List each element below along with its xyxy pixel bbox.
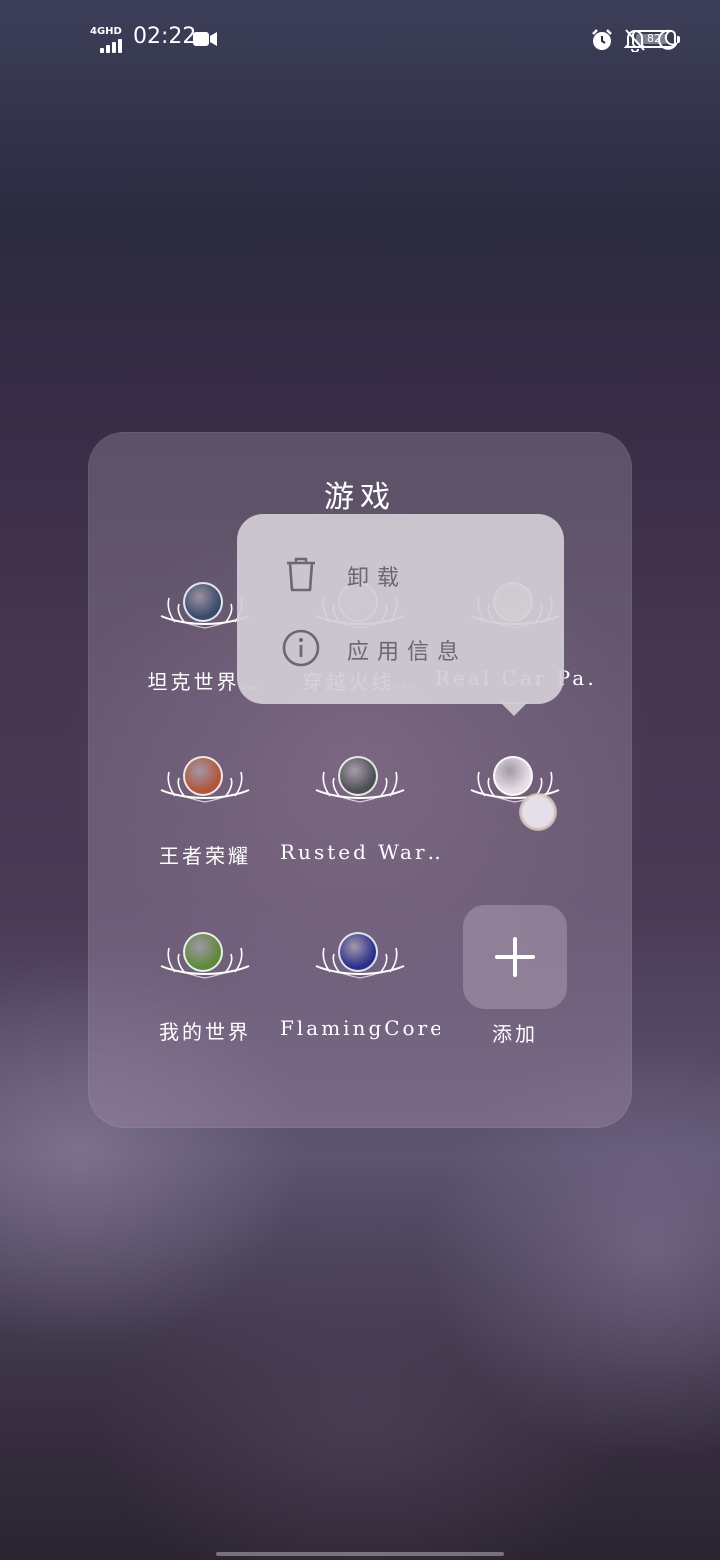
add-app-label: 添加 <box>492 1022 538 1046</box>
battery-icon: 82 <box>632 30 680 48</box>
battery-percent: 82 <box>647 32 661 45</box>
context-menu-pointer <box>500 702 528 716</box>
clock: 02:22 <box>133 24 197 49</box>
app-label: 王者荣耀 <box>159 844 251 868</box>
status-bar: 4GHD 02:22 82 <box>0 0 720 80</box>
app-label: Rusted War… <box>280 840 440 864</box>
minecraft-icon <box>183 932 223 972</box>
app-label: FlamingCore <box>280 1016 440 1040</box>
rusted-warfare-icon <box>338 756 378 796</box>
app-minecraft[interactable]: 我的世界 <box>125 928 285 1068</box>
alarm-icon <box>592 29 612 50</box>
trash-icon <box>287 557 315 592</box>
uninstall-label: 卸载 <box>347 566 408 591</box>
context-menu: 卸载 应用信息 <box>237 514 564 704</box>
app-info-label: 应用信息 <box>347 640 468 665</box>
network-label: 4GHD <box>90 26 122 37</box>
uninstall-menu-item[interactable]: 卸载 <box>237 544 564 604</box>
info-icon <box>282 629 320 667</box>
app-label: 我的世界 <box>159 1020 251 1044</box>
app-info-menu-item[interactable]: 应用信息 <box>237 618 564 678</box>
network-indicator: 4GHD <box>90 26 128 53</box>
folder-title[interactable]: 游戏 <box>0 472 720 516</box>
tank-world-icon <box>183 582 223 622</box>
app-flamingcore[interactable]: FlamingCore <box>280 928 440 1068</box>
app-anime-game[interactable] <box>435 752 595 892</box>
add-app-button[interactable] <box>463 905 567 1009</box>
honor-of-kings-icon <box>183 756 223 796</box>
signal-bars-icon <box>100 39 122 53</box>
home-indicator[interactable] <box>216 1552 504 1556</box>
app-rusted-warfare[interactable]: Rusted War… <box>280 752 440 892</box>
app-honor-of-kings[interactable]: 王者荣耀 <box>125 752 285 892</box>
video-camera-icon <box>193 32 217 46</box>
flamingcore-icon <box>338 932 378 972</box>
anime-game-icon <box>493 756 533 796</box>
touch-indicator <box>519 793 557 831</box>
